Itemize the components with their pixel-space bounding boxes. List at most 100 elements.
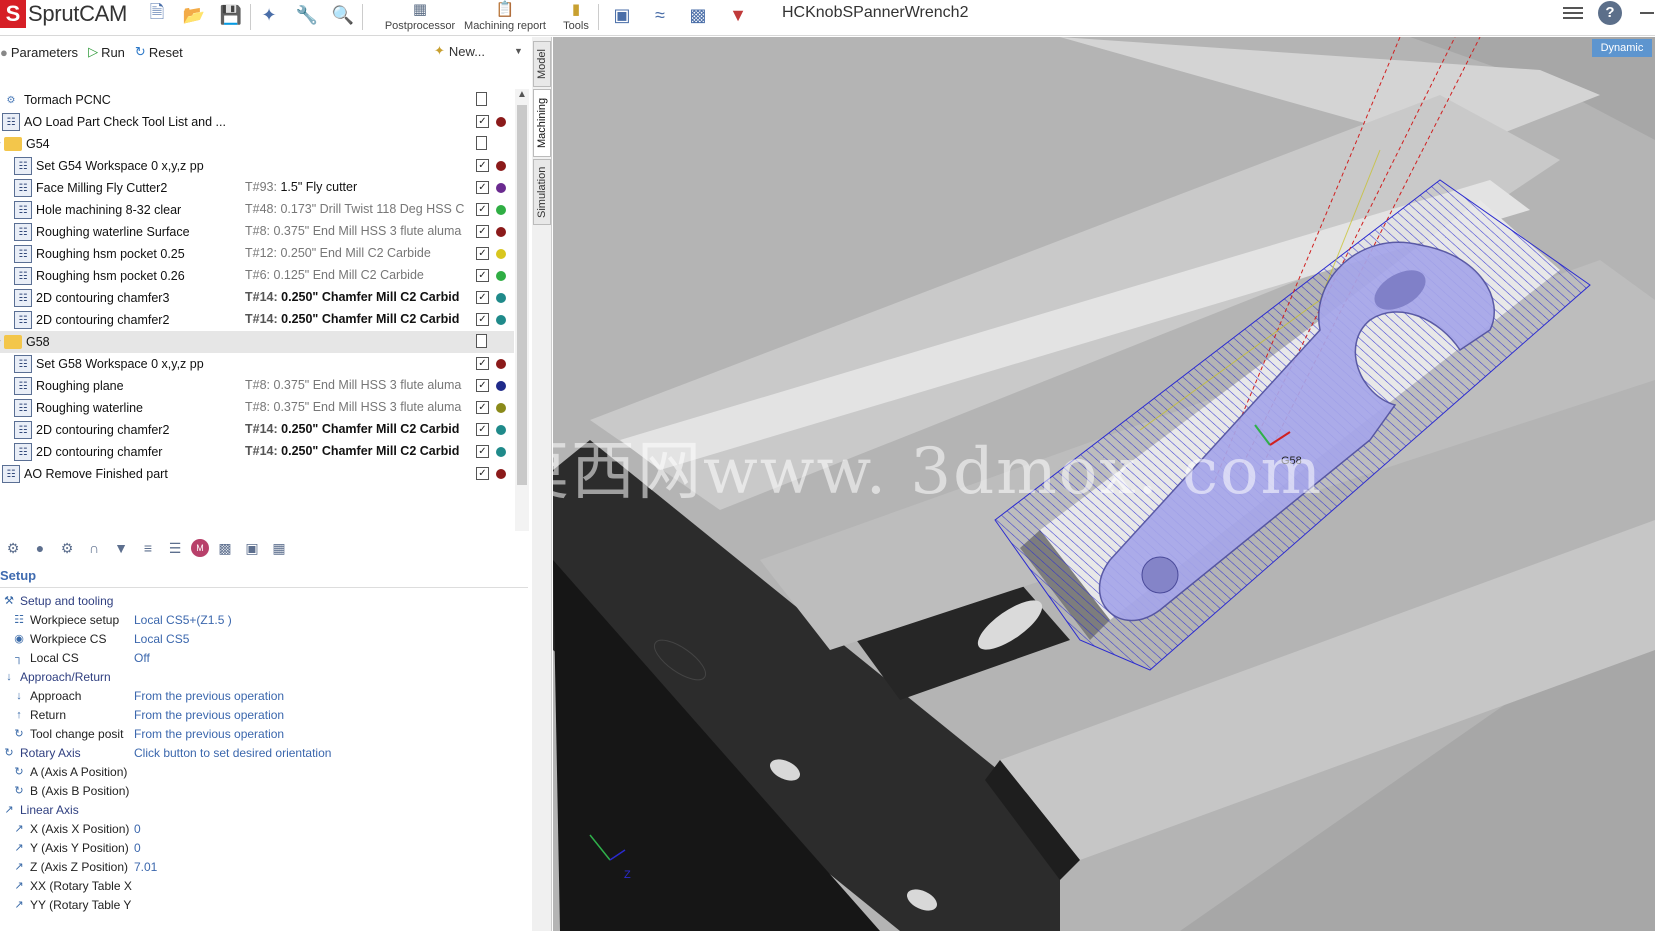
enable-checkbox[interactable]: ✓ [476,357,489,370]
view-mode-badge[interactable]: Dynamic [1592,39,1652,57]
help-icon[interactable]: ? [1598,1,1622,25]
tab-model[interactable]: Model [533,41,551,87]
property-value[interactable]: Local CS5 [134,632,189,646]
operation-row[interactable]: ☷ Roughing hsm pocket 0.26 T#6: 0.125" End… [0,265,514,287]
enable-checkbox[interactable]: ✓ [476,423,489,436]
stock-tab-icon[interactable]: ▣ [241,537,263,559]
operation-row[interactable]: ☷ Roughing hsm pocket 0.25 T#12: 0.250" En… [0,243,514,265]
enable-checkbox[interactable]: ✓ [476,467,489,480]
document-icon[interactable] [476,334,487,348]
property-row[interactable]: ↓ Approach From the previous operation [0,686,528,705]
property-row[interactable]: ↻ A (Axis A Position) [0,762,528,781]
reset-button[interactable]: ↻ Reset [135,44,183,60]
machine-view-icon[interactable]: ▣ [610,2,634,28]
property-row[interactable]: ↻ Tool change posit From the previous oper… [0,724,528,743]
operation-row[interactable]: ☷ AO Remove Finished part ✓ [0,463,514,485]
operation-row[interactable]: ⚙ Tormach PCNC [0,89,514,111]
operation-row[interactable]: ☷ Hole machining 8-32 clear T#48: 0.173" D… [0,199,514,221]
operation-row[interactable]: ☷ Roughing waterline Surface T#8: 0.375" E… [0,221,514,243]
property-value[interactable]: From the previous operation [134,727,284,741]
enable-checkbox[interactable]: ✓ [476,203,489,216]
feeds-tab-icon[interactable]: ⚙ [56,537,78,559]
property-value[interactable]: Click button to set desired orientation [134,746,331,760]
property-value[interactable]: 7.01 [134,860,157,874]
operations-scrollbar[interactable]: ▲ [515,89,529,531]
operation-row[interactable]: ☷ Set G58 Workspace 0 x,y,z pp ✓ [0,353,514,375]
property-value[interactable]: From the previous operation [134,708,284,722]
scrollbar-thumb[interactable] [517,105,527,485]
operation-row[interactable]: ☷ Roughing waterline T#8: 0.375" End Mill … [0,397,514,419]
open-file-icon[interactable]: 📂 [182,2,206,28]
axes-tool-icon[interactable]: ✦ [257,2,281,28]
simulation-view-icon[interactable]: ▩ [686,2,710,28]
property-row[interactable]: ↗ YY (Rotary Table Y [0,895,528,914]
enable-checkbox[interactable]: ✓ [476,269,489,282]
operation-row[interactable]: ☷ Roughing plane T#8: 0.375" End Mill HSS … [0,375,514,397]
property-value[interactable]: Local CS5+(Z1.5 ) [134,613,232,627]
property-group[interactable]: ↗ Linear Axis [0,800,528,819]
document-icon[interactable] [476,92,487,106]
tab-simulation[interactable]: Simulation [533,159,551,225]
operation-row[interactable]: ☷ 2D contouring chamfer3 T#14: 0.250" Cham… [0,287,514,309]
operation-row[interactable]: ☷ 2D contouring chamfer T#14: 0.250" Chamf… [0,441,514,463]
operation-row[interactable]: ☷ 2D contouring chamfer2 T#14: 0.250" Cham… [0,419,514,441]
chevron-down-icon[interactable]: ▼ [514,46,523,56]
property-group[interactable]: ↓ Approach/Return [0,667,528,686]
property-row[interactable]: ↗ Z (Axis Z Position) 7.01 [0,857,528,876]
operation-row[interactable]: ☷ Face Milling Fly Cutter2 T#93: 1.5" Fly … [0,177,514,199]
tool-wrench-icon[interactable]: 🔧 [295,2,319,28]
tool-tab-icon[interactable]: ● [29,537,51,559]
property-value[interactable]: 0 [134,822,141,836]
property-row[interactable]: ↗ Y (Axis Y Position) 0 [0,838,528,857]
property-group[interactable]: ↻ Rotary Axis Click button to set desired … [0,743,528,762]
enable-checkbox[interactable]: ✓ [476,313,489,326]
fixture-tab-icon[interactable]: ▩ [214,537,236,559]
3d-viewport[interactable]: Dynamic G58 Z 莫西网www. 3dmox. com [553,37,1655,931]
new-operation-button[interactable]: ✦ New... [434,43,485,59]
property-row[interactable]: ↗ X (Axis X Position) 0 [0,819,528,838]
tab-machining[interactable]: Machining [533,89,551,157]
property-row[interactable]: ↑ Return From the previous operation [0,705,528,724]
tree-folder[interactable]: ▾G54 [0,133,514,155]
enable-checkbox[interactable]: ✓ [476,401,489,414]
property-row[interactable]: ┐ Local CS Off [0,648,528,667]
menu-icon[interactable] [1563,4,1583,22]
strategy-tab-icon[interactable]: ∩ [83,537,105,559]
toolpath-graph-icon[interactable]: ≈ [648,2,672,28]
property-value[interactable]: Off [134,651,150,665]
property-value[interactable]: From the previous operation [134,689,284,703]
property-row[interactable]: ◉ Workpiece CS Local CS5 [0,629,528,648]
enable-checkbox[interactable]: ✓ [476,181,489,194]
enable-checkbox[interactable]: ✓ [476,379,489,392]
enable-checkbox[interactable]: ✓ [476,247,489,260]
spindle-icon[interactable]: ▼ [726,2,750,28]
operation-row[interactable]: ☷ 2D contouring chamfer2 T#14: 0.250" Cham… [0,309,514,331]
setup-tab-icon[interactable]: ⚙ [2,537,24,559]
scroll-up-icon[interactable]: ▲ [517,89,527,100]
operation-row[interactable]: ☷ AO Load Part Check Tool List and ... ✓ [0,111,514,133]
tree-folder[interactable]: ▾G58 [0,331,514,353]
enable-checkbox[interactable]: ✓ [476,291,489,304]
machining-report-button[interactable]: 📋 Machining report [462,0,548,34]
minimize-icon[interactable] [1640,12,1654,14]
property-row[interactable]: ↻ B (Axis B Position) [0,781,528,800]
enable-checkbox[interactable]: ✓ [476,445,489,458]
enable-checkbox[interactable]: ✓ [476,159,489,172]
m-code-tab-icon[interactable]: M [191,539,209,557]
property-group[interactable]: ⚒ Setup and tooling [0,591,528,610]
document-icon[interactable] [476,136,487,150]
list-tab-icon[interactable]: ☰ [164,537,186,559]
model-tab-icon[interactable]: ▦ [268,537,290,559]
run-button[interactable]: ▷ Run [88,44,125,60]
levels-tab-icon[interactable]: ≡ [137,537,159,559]
new-file-icon[interactable]: 🗎 [145,2,169,28]
postprocessor-button[interactable]: ▦ Postprocessor [382,0,458,34]
tool-change-tab-icon[interactable]: ▼ [110,537,132,559]
inspect-icon[interactable]: 🔍 [331,2,355,28]
tools-button[interactable]: ▮ Tools [561,0,591,34]
property-row[interactable]: ↗ XX (Rotary Table X [0,876,528,895]
operation-row[interactable]: ☷ Set G54 Workspace 0 x,y,z pp ✓ [0,155,514,177]
property-row[interactable]: ☷ Workpiece setup Local CS5+(Z1.5 ) [0,610,528,629]
property-value[interactable]: 0 [134,841,141,855]
enable-checkbox[interactable]: ✓ [476,115,489,128]
